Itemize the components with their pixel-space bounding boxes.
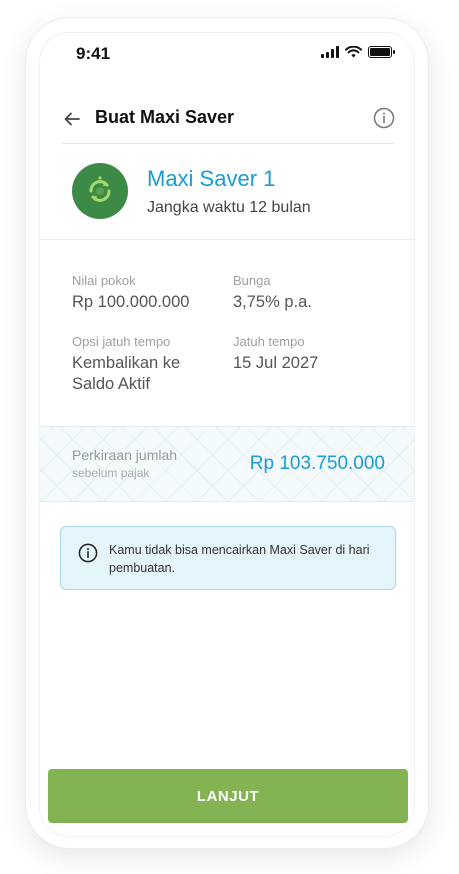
estimate-sublabel: sebelum pajak [72,466,150,480]
estimate-label: Perkiraan jumlah [72,447,178,463]
product-summary: Maxi Saver 1 Jangka waktu 12 bulan [40,144,414,239]
status-icons [321,46,395,58]
back-arrow-icon[interactable] [60,107,84,131]
interest-value: 3,75% p.a. [233,293,312,311]
principal-label: Nilai pokok [72,273,136,288]
app-header: Buat Maxi Saver [40,93,414,143]
wifi-icon [345,46,362,58]
notice-info-icon [78,543,98,563]
maturity-option-value-line2: Saldo Aktif [72,375,150,393]
deposit-details: Nilai pokok Rp 100.000.000 Bunga 3,75% p… [40,240,414,426]
estimated-amount-panel: Perkiraan jumlah sebelum pajak Rp 103.75… [40,426,414,502]
product-name: Maxi Saver 1 [147,166,276,191]
saver-product-icon [72,163,128,219]
saver-cycle-icon [89,176,111,202]
maturity-option-value-line1: Kembalikan ke [72,354,181,372]
interest-label: Bunga [233,273,271,288]
signal-icon [321,46,339,58]
info-icon[interactable] [373,107,395,129]
estimate-value: Rp 103.750.000 [249,453,385,474]
product-term: Jangka waktu 12 bulan [147,199,311,216]
maturity-option-label: Opsi jatuh tempo [72,334,171,349]
notice-text: Kamu tidak bisa mencairkan Maxi Saver di… [109,543,370,575]
maturity-date-value: 15 Jul 2027 [233,354,319,372]
app-screen: 9:41 Buat Maxi Saver Maxi Saver 1 Jangka… [39,32,415,837]
battery-icon [368,46,395,58]
maturity-date-label: Jatuh tempo [233,334,305,349]
status-time: 9:41 [76,44,111,63]
info-notice: Kamu tidak bisa mencairkan Maxi Saver di… [60,526,396,590]
page-title: Buat Maxi Saver [95,107,235,127]
status-bar: 9:41 [40,33,414,77]
principal-value: Rp 100.000.000 [72,293,190,311]
continue-button[interactable]: LANJUT [48,769,408,823]
